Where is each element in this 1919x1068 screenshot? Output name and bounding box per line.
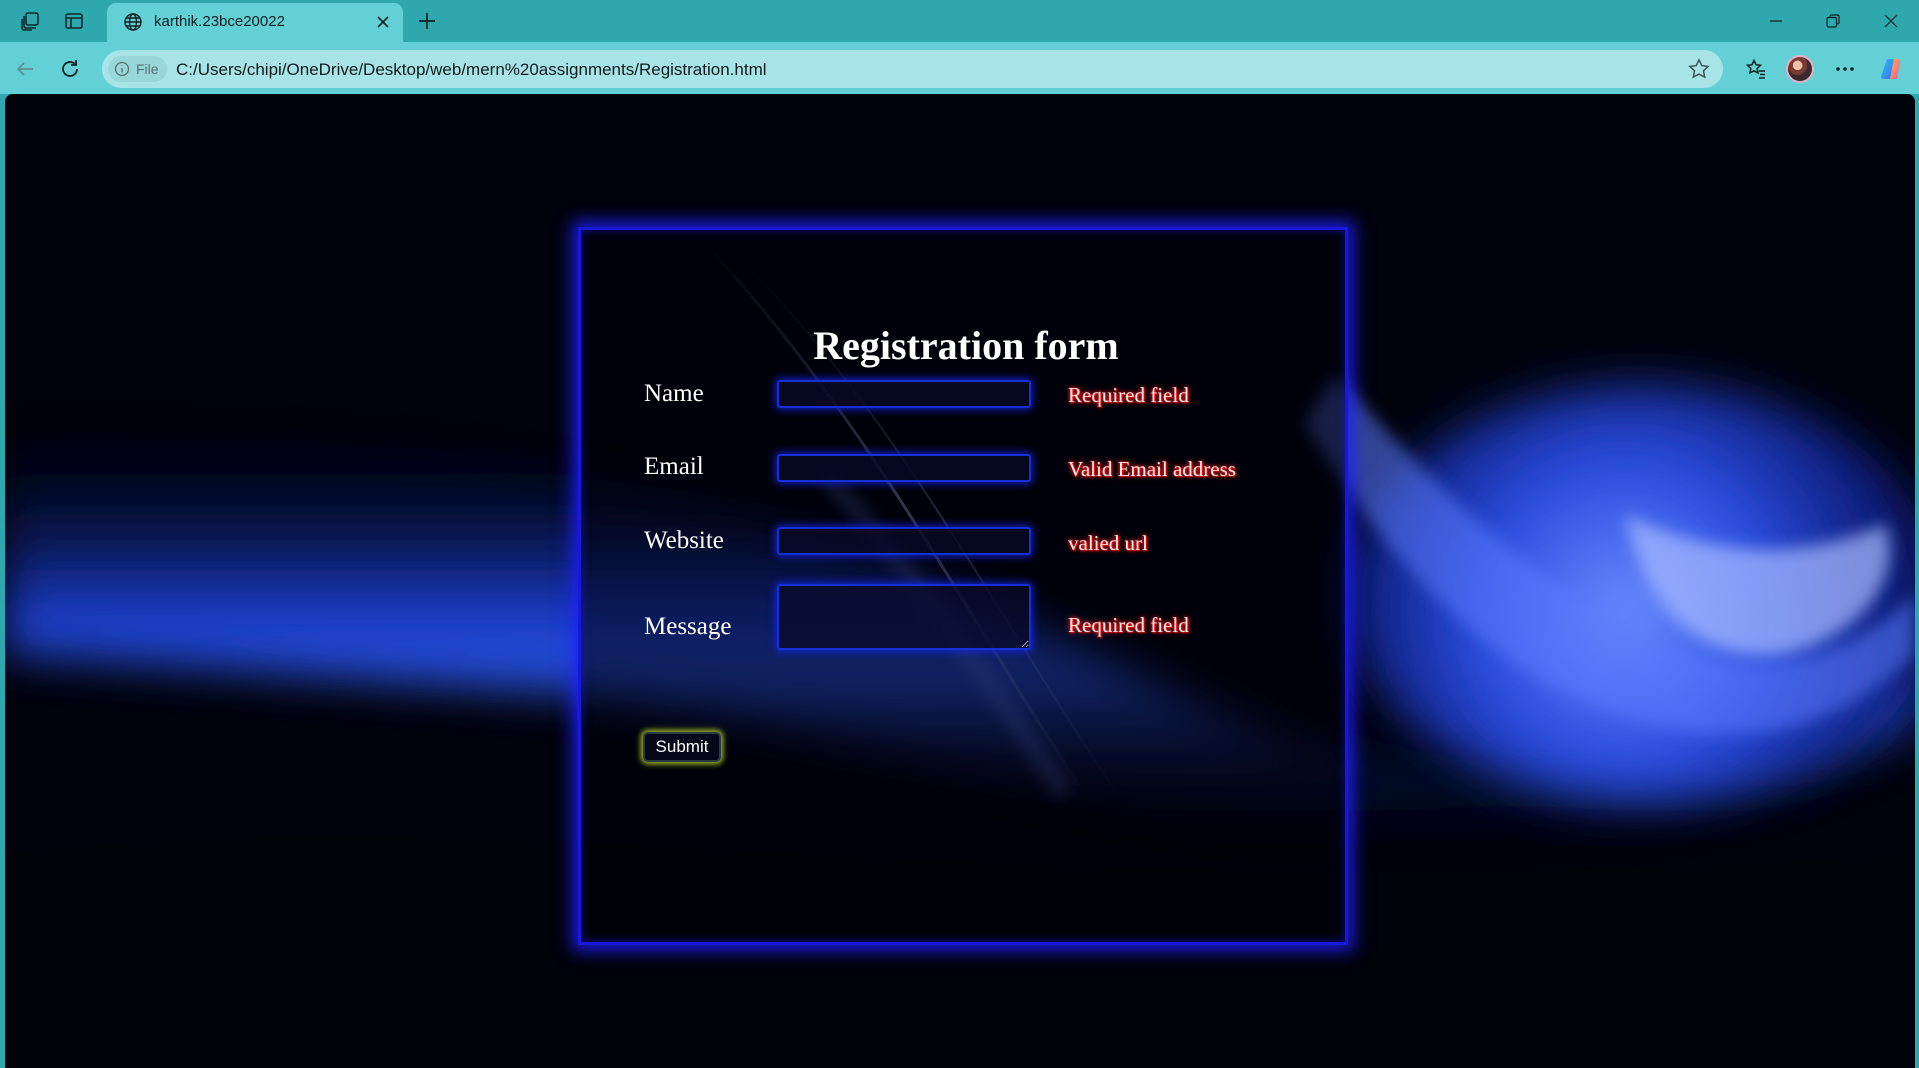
- favorites-list-icon[interactable]: [1739, 52, 1773, 86]
- page-viewport: Registration form Name Required field Em…: [5, 94, 1915, 1068]
- submit-button[interactable]: Submit: [643, 732, 721, 762]
- address-bar[interactable]: File C:/Users/chipi/OneDrive/Desktop/web…: [102, 50, 1723, 88]
- avatar[interactable]: [1783, 52, 1817, 86]
- message-label: Message: [644, 613, 732, 640]
- url-text[interactable]: C:/Users/chipi/OneDrive/Desktop/web/mern…: [176, 60, 767, 80]
- site-info-chip[interactable]: File: [108, 56, 167, 82]
- workspaces-icon[interactable]: [13, 7, 47, 35]
- browser-toolbar: File C:/Users/chipi/OneDrive/Desktop/web…: [0, 42, 1919, 94]
- website-label: Website: [644, 527, 724, 554]
- refresh-icon[interactable]: [53, 52, 87, 86]
- name-hint: Required field: [1068, 383, 1189, 407]
- message-textarea[interactable]: [777, 584, 1031, 650]
- back-arrow-icon[interactable]: [8, 52, 42, 86]
- plus-icon[interactable]: [412, 6, 442, 36]
- info-icon: [114, 61, 130, 77]
- globe-icon: [124, 13, 142, 31]
- tab-actions-icon[interactable]: [57, 7, 91, 35]
- restore-icon[interactable]: [1810, 4, 1856, 38]
- form-title: Registration form: [813, 323, 1119, 368]
- browser-titlebar: karthik.23bce20022: [0, 0, 1919, 42]
- registration-form: Registration form Name Required field Em…: [578, 227, 1348, 945]
- active-tab[interactable]: karthik.23bce20022: [107, 3, 403, 42]
- star-icon[interactable]: [1687, 57, 1711, 81]
- website-hint: valied url: [1068, 531, 1148, 555]
- name-label: Name: [644, 380, 704, 407]
- message-hint: Required field: [1068, 613, 1189, 637]
- more-icon[interactable]: [1828, 52, 1862, 86]
- email-label: Email: [644, 453, 704, 480]
- file-chip-label: File: [136, 61, 159, 77]
- copilot-icon[interactable]: [1875, 52, 1909, 86]
- email-hint: Valid Email address: [1068, 457, 1236, 481]
- tab-title: karthik.23bce20022: [154, 13, 285, 30]
- email-field[interactable]: [777, 454, 1031, 482]
- website-field[interactable]: [777, 527, 1031, 555]
- close-window-icon[interactable]: [1868, 4, 1914, 38]
- minimize-icon[interactable]: [1753, 4, 1799, 38]
- close-icon[interactable]: [371, 10, 395, 34]
- name-field[interactable]: [777, 380, 1031, 408]
